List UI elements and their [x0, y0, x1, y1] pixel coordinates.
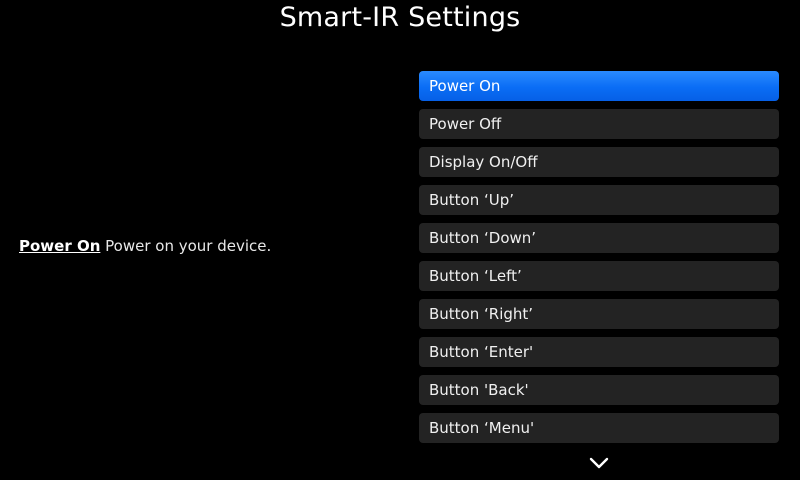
chevron-down-icon — [589, 457, 609, 469]
description-item-name: Power On — [19, 237, 101, 255]
menu-item-power-on[interactable]: Power On — [419, 71, 779, 101]
menu-item-display-on-off[interactable]: Display On/Off — [419, 147, 779, 177]
menu-item-button-right[interactable]: Button ‘Right’ — [419, 299, 779, 329]
page-title: Smart-IR Settings — [279, 2, 521, 33]
menu-item-button-up[interactable]: Button ‘Up’ — [419, 185, 779, 215]
menu-item-button-back[interactable]: Button 'Back' — [419, 375, 779, 405]
menu-item-button-menu[interactable]: Button ‘Menu' — [419, 413, 779, 443]
scroll-down-button[interactable] — [588, 455, 610, 471]
description-text: Power on your device. — [100, 237, 272, 255]
menu-item-button-enter[interactable]: Button ‘Enter' — [419, 337, 779, 367]
menu-item-button-left[interactable]: Button ‘Left’ — [419, 261, 779, 291]
item-description: Power On Power on your device. — [19, 236, 271, 256]
menu-item-button-down[interactable]: Button ‘Down’ — [419, 223, 779, 253]
command-menu: Power On Power Off Display On/Off Button… — [419, 71, 779, 451]
menu-item-power-off[interactable]: Power Off — [419, 109, 779, 139]
